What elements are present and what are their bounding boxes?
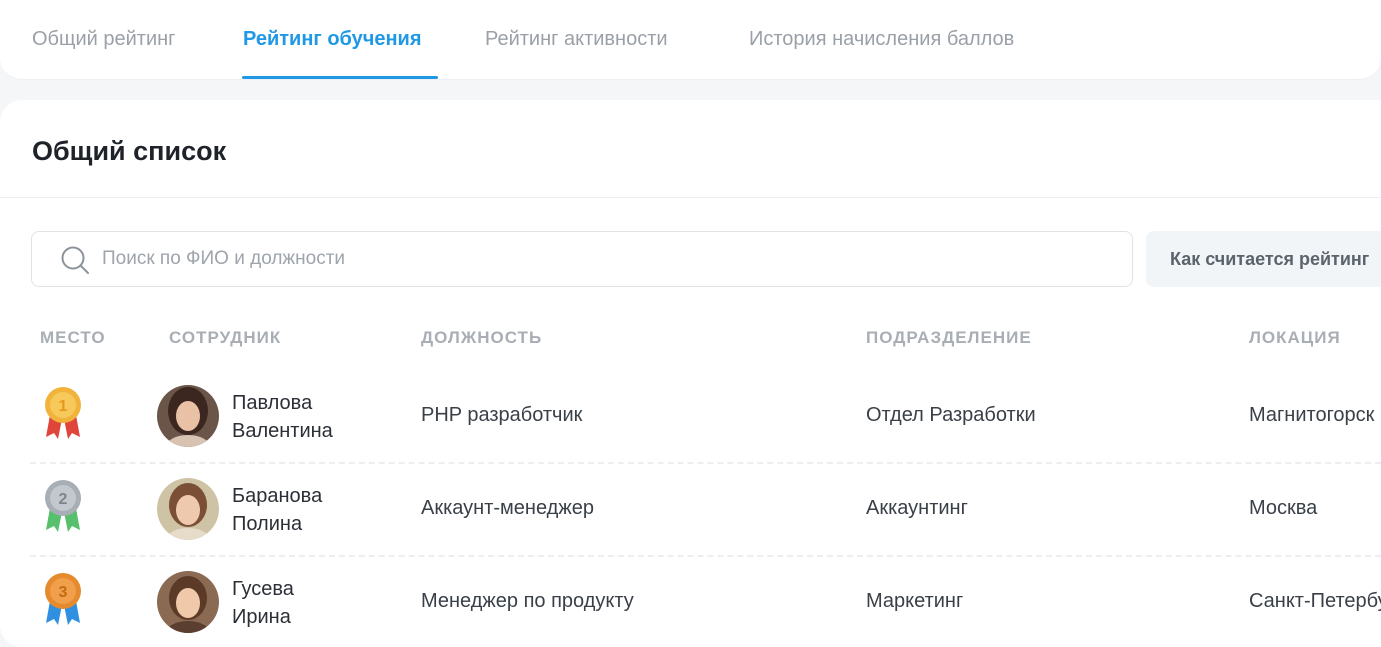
employee-department: Отдел Разработки xyxy=(866,404,1036,426)
table-row[interactable]: 2 Баранова Полина Аккаунт-менеджер Аккау… xyxy=(0,462,1381,555)
employee-department: Маркетинг xyxy=(866,590,964,612)
medal-number: 2 xyxy=(59,491,68,508)
search-input[interactable] xyxy=(102,232,1102,286)
employee-location: Магнитогорск xyxy=(1249,404,1375,426)
tab-points-history[interactable]: История начисления баллов xyxy=(749,28,1014,51)
tabs-bar: Общий рейтинг Рейтинг обучения Рейтинг а… xyxy=(0,0,1381,80)
bronze-medal-icon: 3 xyxy=(45,573,81,625)
silver-medal-icon: 2 xyxy=(45,480,81,532)
divider xyxy=(0,197,1381,198)
avatar xyxy=(157,478,219,540)
employee-first-name: Полина xyxy=(232,513,303,535)
search-icon xyxy=(61,246,89,274)
employee-first-name: Валентина xyxy=(232,420,333,442)
employee-location: Санкт-Петербург xyxy=(1249,590,1381,612)
section-title: Общий список xyxy=(32,136,227,166)
column-header-employee: СОТРУДНИК xyxy=(169,328,282,347)
employee-name: Павлова Валентина xyxy=(232,389,382,445)
active-tab-indicator xyxy=(242,76,438,79)
table-row[interactable]: 3 Гусева Ирина Менеджер по продукту Марк… xyxy=(0,555,1381,647)
employee-name: Гусева Ирина xyxy=(232,575,382,631)
employee-last-name: Гусева xyxy=(232,578,294,600)
gold-medal-icon: 1 xyxy=(45,387,81,439)
employee-location: Москва xyxy=(1249,497,1318,519)
column-header-location: ЛОКАЦИЯ xyxy=(1249,328,1341,347)
employee-department: Аккаунтинг xyxy=(866,497,968,519)
tab-learning-rating[interactable]: Рейтинг обучения xyxy=(243,28,422,51)
how-rating-calculated-button[interactable]: Как считается рейтинг xyxy=(1146,231,1381,287)
tab-activity-rating[interactable]: Рейтинг активности xyxy=(485,28,668,51)
medal-number: 1 xyxy=(59,398,68,415)
avatar xyxy=(157,385,219,447)
list-card: Общий список Как считается рейтинг МЕСТО… xyxy=(0,100,1381,647)
employee-position: PHP разработчик xyxy=(421,404,583,426)
medal-number: 3 xyxy=(59,584,68,601)
search-box[interactable] xyxy=(31,231,1133,287)
employee-last-name: Павлова xyxy=(232,392,313,414)
employee-first-name: Ирина xyxy=(232,606,291,628)
employee-last-name: Баранова xyxy=(232,485,323,507)
employee-position: Менеджер по продукту xyxy=(421,590,634,612)
column-header-position: ДОЛЖНОСТЬ xyxy=(421,328,543,347)
employee-position: Аккаунт-менеджер xyxy=(421,497,594,519)
column-header-place: МЕСТО xyxy=(40,328,106,347)
avatar xyxy=(157,571,219,633)
column-header-department: ПОДРАЗДЕЛЕНИЕ xyxy=(866,328,1032,347)
table-row[interactable]: 1 Павлова Валентина PHP разработчик Отде… xyxy=(0,369,1381,462)
employee-name: Баранова Полина xyxy=(232,482,382,538)
tab-general-rating[interactable]: Общий рейтинг xyxy=(32,28,175,51)
